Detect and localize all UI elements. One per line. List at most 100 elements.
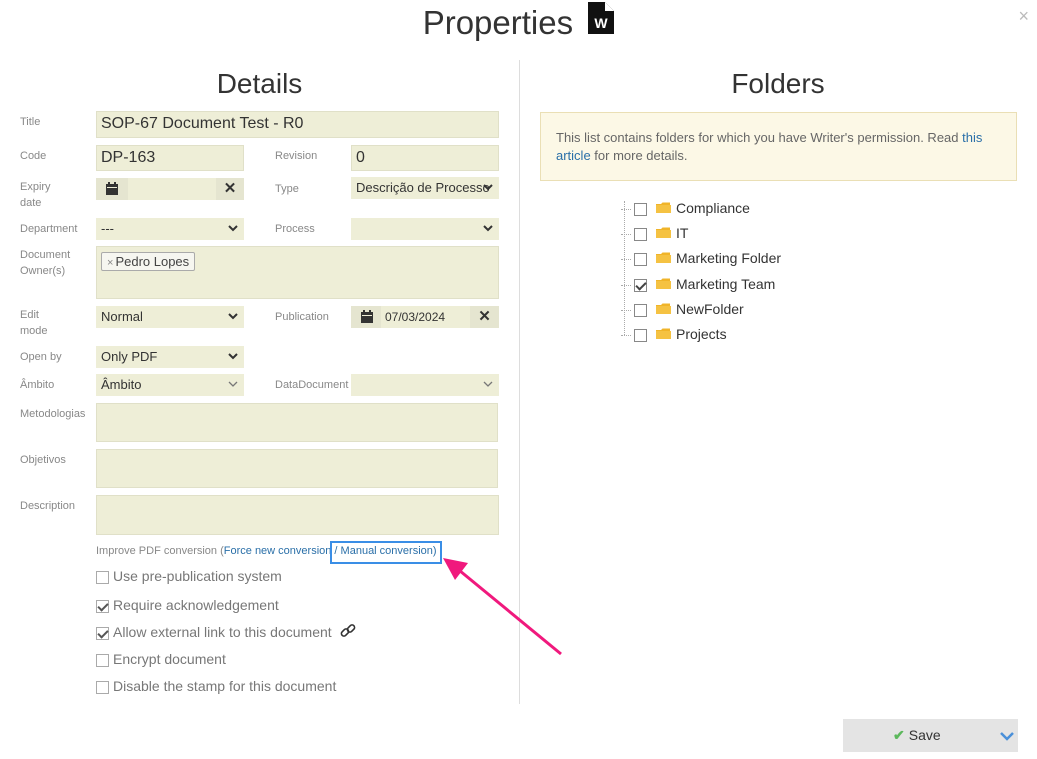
metodologias-textarea[interactable] <box>96 403 498 442</box>
chevron-down-icon <box>483 218 493 232</box>
edit-mode-label: Edit mode <box>20 307 48 339</box>
save-button[interactable]: ✔ Save <box>843 719 1018 752</box>
link-icon <box>339 623 357 643</box>
folder-item-marketing-folder[interactable]: Marketing Folder <box>621 248 781 268</box>
code-label: Code <box>20 150 47 162</box>
tree-branch <box>621 233 631 235</box>
tag-remove-icon[interactable]: × <box>107 257 113 269</box>
owner-multiselect[interactable]: × Pedro Lopes <box>96 246 499 299</box>
type-select[interactable]: Descrição de Processo <box>351 177 499 199</box>
calendar-icon <box>361 310 373 323</box>
edit-mode-select[interactable]: Normal <box>96 306 244 328</box>
properties-title: Properties <box>422 4 574 41</box>
objetivos-textarea[interactable] <box>96 449 498 488</box>
chevron-down-icon <box>483 177 493 191</box>
disable-stamp-checkbox[interactable] <box>96 680 109 694</box>
open-by-label: Open by <box>20 351 62 363</box>
edit-mode-label-line2: mode <box>20 325 48 337</box>
department-select-value: --- <box>101 221 114 236</box>
folder-checkbox[interactable] <box>634 202 647 216</box>
open-by-select[interactable]: Only PDF <box>96 346 244 368</box>
chevron-down-icon <box>228 346 238 360</box>
tree-branch <box>621 334 631 336</box>
title-label: Title <box>20 116 41 128</box>
folder-icon <box>656 325 671 345</box>
folder-icon <box>656 224 671 244</box>
folder-item-newfolder[interactable]: NewFolder <box>621 299 744 319</box>
use-prepublication-checkbox[interactable] <box>96 570 109 584</box>
improve-pdf-prefix: Improve PDF conversion ( <box>96 545 224 557</box>
folder-icon <box>656 249 671 269</box>
process-label: Process <box>275 223 315 235</box>
disable-stamp-label: Disable the stamp for this document <box>113 678 337 694</box>
save-button-label: Save <box>908 727 941 743</box>
allow-external-link-option[interactable]: Allow external link to this document <box>96 623 357 643</box>
check-icon: ✔ <box>893 727 905 743</box>
publication-date-input[interactable]: 07/03/2024 <box>381 306 470 328</box>
expiry-label-line2: date <box>20 197 42 209</box>
ambito-select-value: Âmbito <box>101 377 142 392</box>
folder-checkbox[interactable] <box>634 328 647 342</box>
datadocument-select[interactable] <box>351 374 499 396</box>
tree-branch <box>621 208 631 210</box>
expiry-clear-icon[interactable]: ✕ <box>216 178 244 200</box>
folder-icon <box>656 300 671 320</box>
use-prepublication-option[interactable]: Use pre-publication system <box>96 567 282 585</box>
folder-name: Marketing Folder <box>676 250 782 266</box>
folders-info-box: This list contains folders for which you… <box>540 112 1017 181</box>
expiry-date-input[interactable] <box>128 178 216 200</box>
revision-input[interactable]: 0 <box>351 145 499 171</box>
disable-stamp-option[interactable]: Disable the stamp for this document <box>96 677 336 695</box>
folder-name: Marketing Team <box>676 276 776 292</box>
owner-label-line1: Document <box>20 249 71 261</box>
process-select[interactable] <box>351 218 499 240</box>
folder-checkbox[interactable] <box>634 227 647 241</box>
folder-checkbox[interactable] <box>634 303 647 317</box>
open-by-select-value: Only PDF <box>101 349 158 364</box>
folder-item-it[interactable]: IT <box>621 223 688 243</box>
require-acknowledgement-option[interactable]: Require acknowledgement <box>96 596 279 614</box>
require-acknowledgement-checkbox[interactable] <box>96 599 109 613</box>
ambito-select[interactable]: Âmbito <box>96 374 244 396</box>
calendar-icon <box>106 182 118 195</box>
datadocument-label: DataDocument <box>275 379 349 391</box>
publication-clear-icon[interactable]: ✕ <box>470 306 499 328</box>
encrypt-document-checkbox[interactable] <box>96 653 109 667</box>
department-label: Department <box>20 223 78 235</box>
title-input[interactable]: SOP-67 Document Test - R0 <box>96 111 499 138</box>
info-prefix: This list contains folders for which you… <box>556 130 963 145</box>
objetivos-label: Objetivos <box>20 454 66 466</box>
force-conversion-link[interactable]: Force new conversion <box>224 545 332 557</box>
code-input[interactable]: DP-163 <box>96 145 244 171</box>
folder-icon <box>656 199 671 219</box>
folder-name: Compliance <box>676 200 750 216</box>
close-button[interactable]: × <box>1018 6 1029 27</box>
publication-calendar-button[interactable] <box>351 306 381 328</box>
description-textarea[interactable] <box>96 495 499 535</box>
info-suffix: for more details. <box>590 148 688 163</box>
chevron-down-icon <box>228 306 238 320</box>
folder-checkbox[interactable] <box>634 252 647 266</box>
owner-label: Document Owner(s) <box>20 247 70 279</box>
type-label: Type <box>275 183 299 195</box>
folder-name: NewFolder <box>676 301 744 317</box>
folders-heading: Folders <box>731 68 825 99</box>
edit-mode-label-line1: Edit <box>20 309 39 321</box>
allow-external-link-label: Allow external link to this document <box>113 624 332 640</box>
encrypt-document-option[interactable]: Encrypt document <box>96 650 226 668</box>
svg-text:W: W <box>595 15 609 31</box>
allow-external-link-checkbox[interactable] <box>96 626 109 640</box>
folder-item-compliance[interactable]: Compliance <box>621 198 750 218</box>
encrypt-document-label: Encrypt document <box>113 651 226 667</box>
revision-label: Revision <box>275 150 318 162</box>
folder-checkbox[interactable] <box>634 278 647 292</box>
folder-name: Projects <box>676 326 727 342</box>
folder-item-marketing-team[interactable]: Marketing Team <box>621 274 775 294</box>
expiry-calendar-button[interactable] <box>96 178 128 200</box>
save-dropdown-chevron-icon[interactable] <box>1000 728 1014 744</box>
type-select-value: Descrição de Processo <box>356 180 490 195</box>
folder-item-projects[interactable]: Projects <box>621 324 727 344</box>
word-document-icon: W <box>588 2 615 42</box>
department-select[interactable]: --- <box>96 218 244 240</box>
owner-tag-label: Pedro Lopes <box>115 254 190 269</box>
